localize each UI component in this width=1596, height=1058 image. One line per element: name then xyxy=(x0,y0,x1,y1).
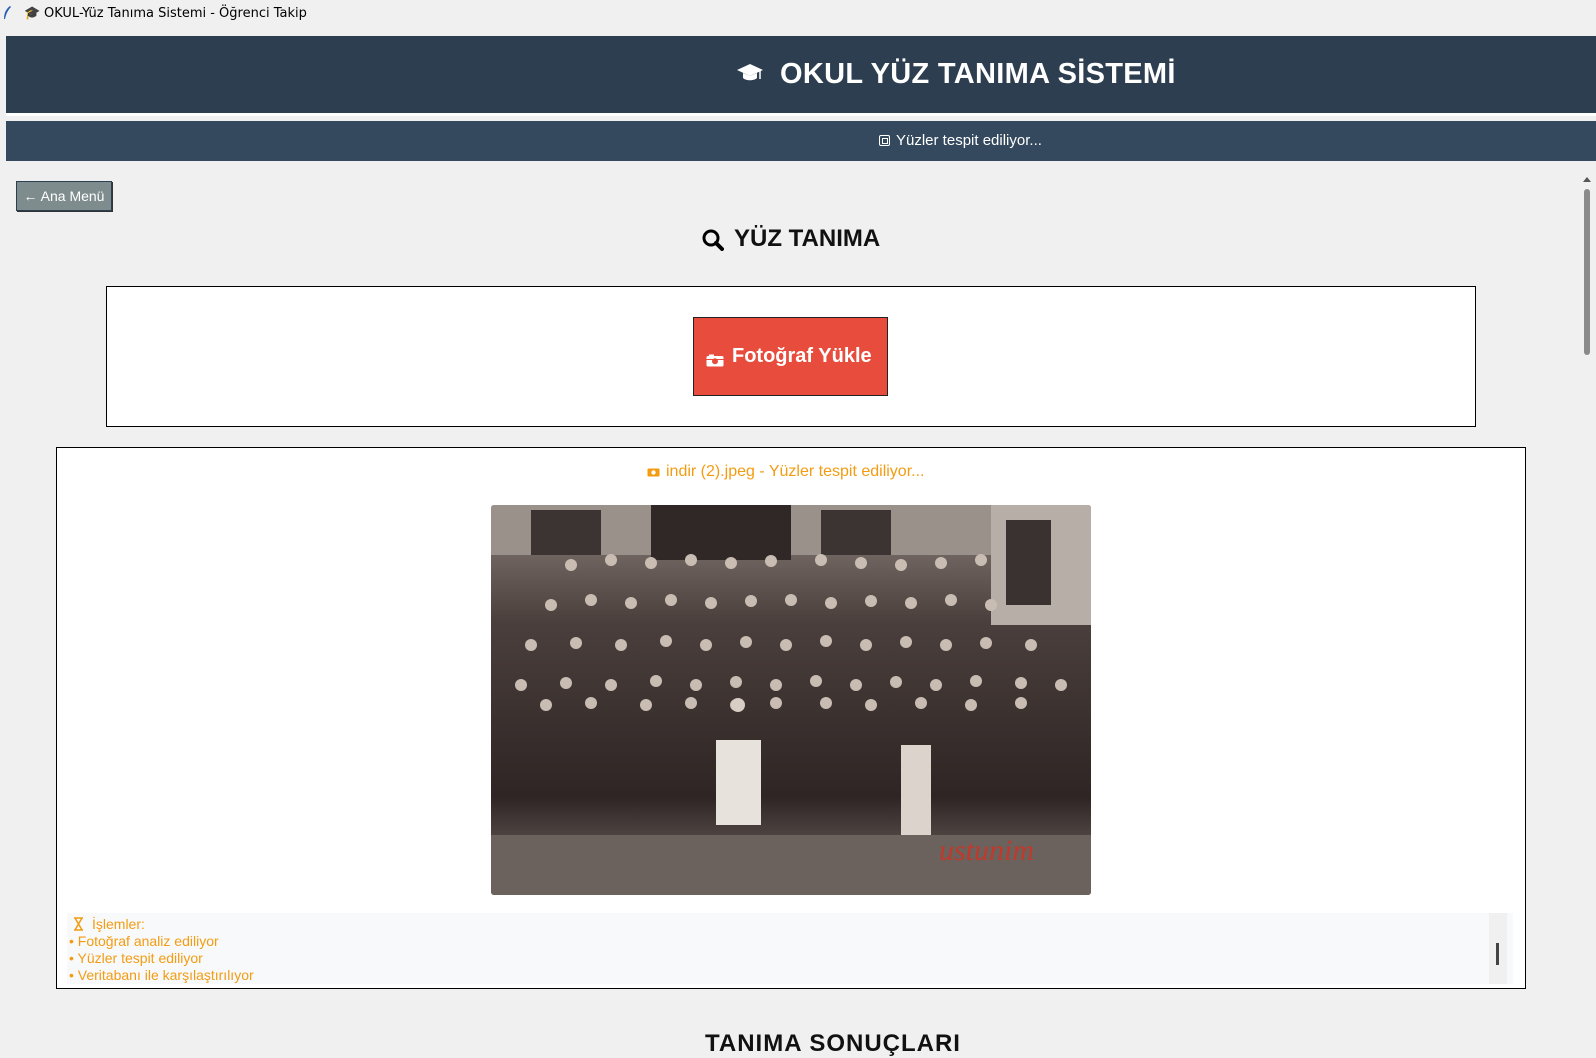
operation-item: • Yüzler tespit ediliyor xyxy=(69,950,203,966)
graduation-cap-icon xyxy=(737,64,763,81)
operations-scroll-thumb[interactable] xyxy=(1496,943,1499,965)
app-title: OKUL YÜZ TANIMA SİSTEMİ xyxy=(780,58,1176,90)
operation-item: • Fotoğraf analiz ediliyor xyxy=(69,933,219,949)
operations-header-text: İşlemler: xyxy=(92,916,145,932)
app-header: OKUL YÜZ TANIMA SİSTEMİ xyxy=(6,36,1596,116)
window-titlebar: 🎓 OKUL-Yüz Tanıma Sistemi - Öğrenci Taki… xyxy=(0,0,1596,28)
operations-scrollbar[interactable] xyxy=(1489,913,1507,984)
page-title-text: YÜZ TANIMA xyxy=(734,225,881,252)
main-scrollbar[interactable] xyxy=(1578,171,1596,1038)
uploaded-photo: ustunim xyxy=(491,505,1091,895)
photo-watermark: ustunim xyxy=(939,834,1034,867)
window-title: OKUL-Yüz Tanıma Sistemi - Öğrenci Takip xyxy=(44,6,307,21)
status-bar: Yüzler tespit ediliyor... xyxy=(6,121,1596,161)
main-scroll-thumb[interactable] xyxy=(1584,189,1590,355)
graduation-cap-icon: 🎓 xyxy=(24,6,41,21)
operations-header: İşlemler: xyxy=(69,916,145,932)
upload-photo-button[interactable]: Fotoğraf Yükle xyxy=(693,317,888,396)
camera-icon xyxy=(647,468,660,477)
upload-photo-label: Fotoğraf Yükle xyxy=(732,345,872,367)
back-to-menu-button[interactable]: ← Ana Menü xyxy=(16,181,112,211)
image-preview-panel: indir (2).jpeg - Yüzler tespit ediliyor.… xyxy=(56,447,1526,989)
magnifier-icon xyxy=(702,229,724,251)
file-status-text: indir (2).jpeg - Yüzler tespit ediliyor.… xyxy=(666,463,925,480)
results-title: TANIMA SONUÇLARI xyxy=(705,1030,961,1057)
scan-icon xyxy=(879,135,890,146)
scroll-up-icon[interactable] xyxy=(1583,177,1591,182)
feather-icon xyxy=(4,6,11,19)
hourglass-icon xyxy=(74,917,83,931)
operation-item: • Veritabanı ile karşılaştırılıyor xyxy=(69,967,254,983)
status-text: Yüzler tespit ediliyor... xyxy=(896,132,1042,149)
camera-icon xyxy=(706,354,724,367)
file-status: indir (2).jpeg - Yüzler tespit ediliyor.… xyxy=(647,463,924,481)
operations-log: İşlemler: • Fotoğraf analiz ediliyor • Y… xyxy=(67,913,1513,984)
upload-panel: Fotoğraf Yükle xyxy=(106,286,1476,427)
